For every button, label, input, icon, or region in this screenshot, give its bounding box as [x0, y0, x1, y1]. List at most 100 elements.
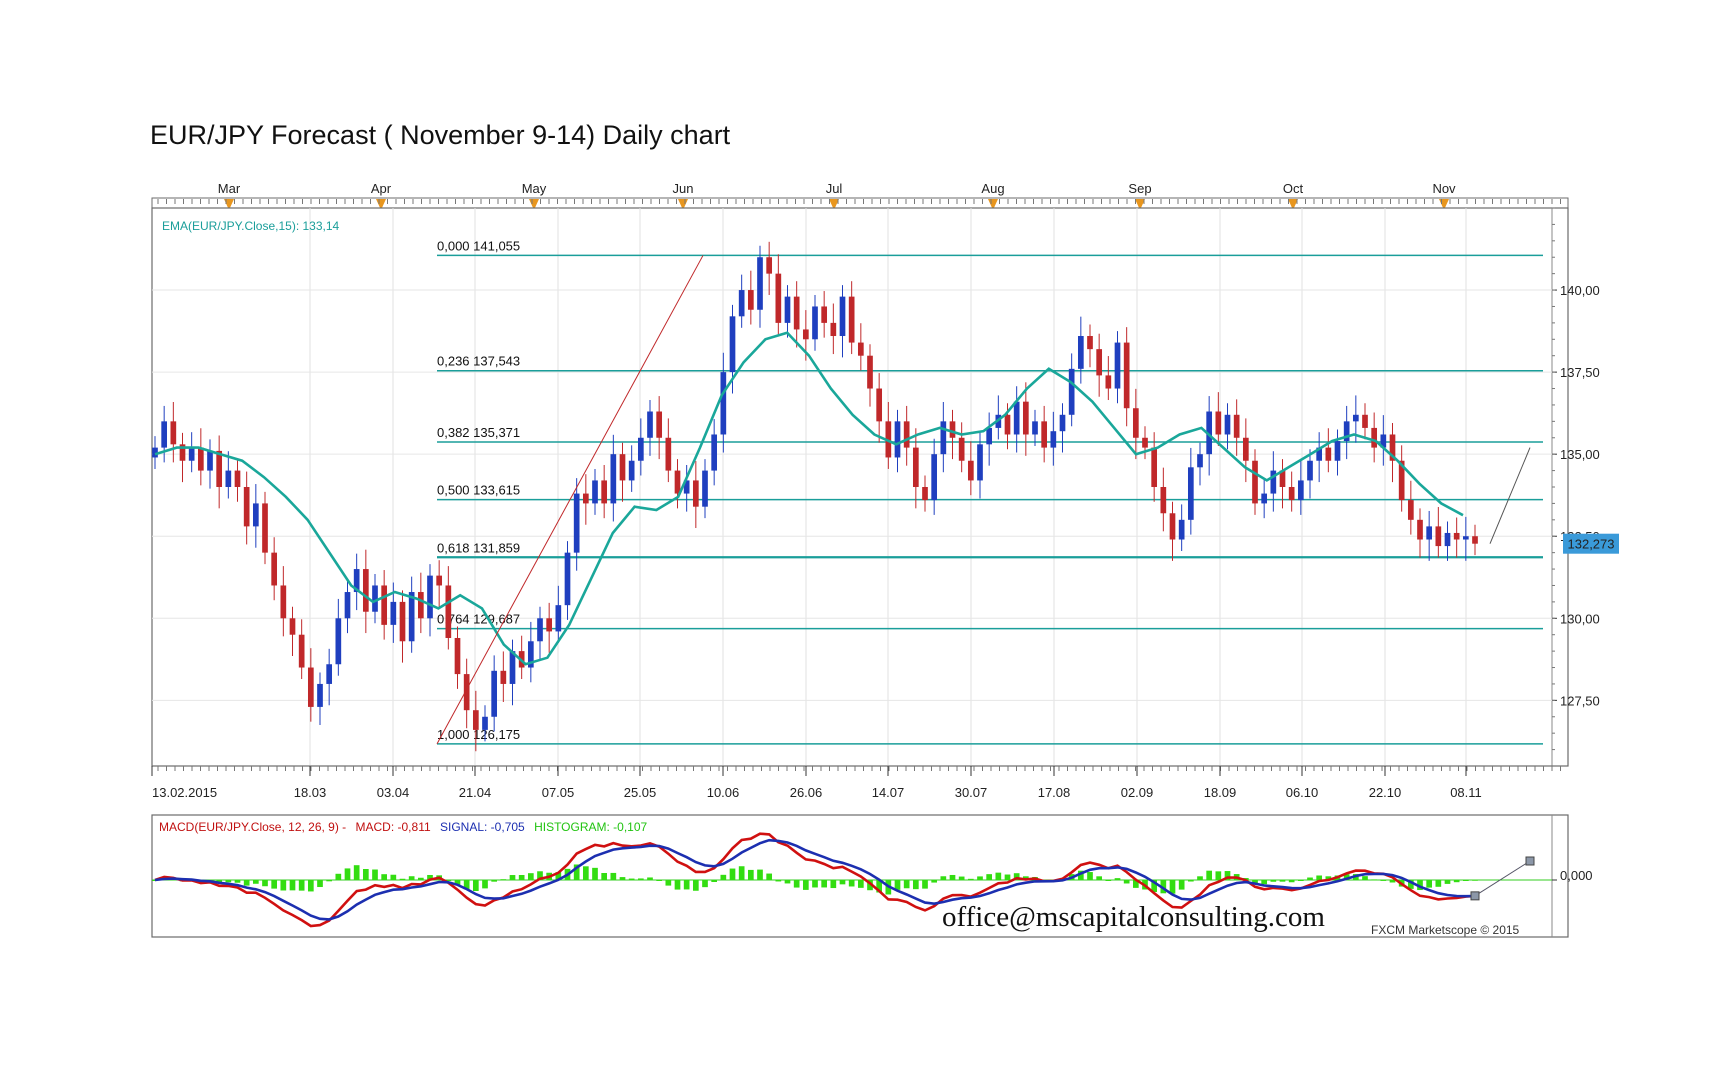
candle-body: [335, 618, 342, 665]
candle-body: [949, 421, 956, 438]
candle-body: [472, 710, 479, 730]
watermark-email: office@mscapitalconsulting.com: [942, 901, 1325, 933]
candle-body: [922, 487, 928, 501]
candle-body: [592, 480, 598, 504]
date-tick-label: 08.11: [1450, 785, 1482, 800]
histogram-bar: [1288, 880, 1295, 883]
histogram-bar: [757, 869, 763, 880]
current-price-label: 132,273: [1568, 537, 1615, 552]
histogram-bar: [1087, 872, 1093, 880]
date-tick-label: 25.05: [624, 785, 657, 800]
histogram-bar: [243, 880, 250, 886]
date-tick-label: 22.10: [1369, 785, 1402, 800]
candle-body: [702, 470, 708, 507]
histogram-bar: [344, 868, 351, 880]
histogram-bar: [1215, 871, 1222, 880]
candle-body: [1105, 375, 1112, 389]
histogram-bar: [362, 869, 369, 880]
date-tick-label: 17.08: [1038, 785, 1071, 800]
histogram-bar: [674, 880, 681, 890]
histogram-bar: [747, 869, 754, 880]
candle-body: [1288, 487, 1295, 501]
candle-body: [582, 493, 589, 504]
candle-body: [436, 575, 443, 586]
histogram-bar: [903, 880, 910, 889]
candle-body: [692, 480, 699, 507]
candle-body: [711, 434, 718, 471]
candle-body: [1022, 401, 1029, 435]
candle-body: [812, 306, 818, 340]
histogram-bar: [958, 876, 965, 880]
candle-body: [1215, 411, 1222, 435]
candle-body: [1032, 421, 1038, 435]
ema-legend: EMA(EUR/JPY.Close,15): 133,14: [162, 219, 340, 233]
candle-body: [454, 637, 461, 675]
date-tick-label: 02.09: [1121, 785, 1154, 800]
histogram-bar: [372, 869, 378, 880]
histogram-bar: [1380, 879, 1387, 881]
histogram-bar: [1462, 880, 1469, 881]
histogram-bar: [940, 876, 947, 880]
candle-body: [986, 427, 993, 445]
month-label: Apr: [371, 181, 392, 196]
histogram-bar: [738, 866, 745, 880]
histogram-bar: [1270, 880, 1277, 882]
histogram-bar: [271, 880, 278, 889]
date-tick-label: 18.03: [294, 785, 327, 800]
candle-body: [793, 296, 800, 330]
date-tick-label: 13.02.2015: [152, 785, 217, 800]
price-tick-label: 130,00: [1560, 611, 1600, 626]
candle-body: [298, 634, 305, 668]
histogram-bar: [637, 878, 644, 880]
histogram-bar: [1426, 880, 1433, 888]
date-tick-label: 21.04: [459, 785, 492, 800]
candle-body: [637, 437, 644, 461]
candle-body: [720, 372, 727, 435]
candle-body: [573, 493, 580, 553]
histogram-bar: [1105, 880, 1112, 881]
histogram-bar: [289, 880, 296, 891]
histogram-bar: [1472, 879, 1478, 881]
candle-body: [1325, 447, 1332, 461]
candle-body: [362, 569, 369, 612]
histogram-bar: [683, 880, 690, 890]
candle-body: [317, 683, 323, 707]
price-panel[interactable]: [151, 207, 1569, 767]
candle-body: [821, 306, 828, 323]
candle-body: [766, 257, 773, 274]
date-tick-label: 26.06: [790, 785, 823, 800]
chart-canvas: Mar Apr May Jun Jul Aug Sep Oct Nov 0,000 141,05…: [151, 181, 1619, 938]
histogram-bar: [335, 873, 342, 880]
candle-body: [216, 450, 223, 487]
histogram-bar: [1206, 870, 1213, 880]
candle-body: [784, 296, 791, 323]
candle-body: [1407, 500, 1414, 520]
histogram-bar: [647, 877, 653, 880]
histogram-bar: [417, 877, 424, 880]
candle-body: [482, 716, 488, 730]
candle-body: [1224, 414, 1231, 435]
candle-body: [390, 601, 397, 625]
histogram-bar: [1389, 880, 1396, 883]
histogram-bar: [1453, 880, 1460, 883]
histogram-bar: [472, 880, 479, 892]
current-price-marker: 132,273: [1563, 533, 1619, 554]
candle-body: [399, 601, 406, 642]
candle-body: [1352, 414, 1359, 422]
candle-body: [729, 316, 736, 373]
histogram-bar: [592, 867, 598, 880]
candle-body: [931, 454, 938, 501]
histogram-bar: [702, 880, 708, 888]
candle-body: [1252, 460, 1258, 504]
histogram-bar: [711, 880, 718, 883]
histogram-bar: [821, 880, 828, 888]
candle-body: [344, 592, 351, 619]
candle-body: [1435, 526, 1442, 547]
date-tick-label: 18.09: [1204, 785, 1237, 800]
candle-body: [1087, 336, 1093, 350]
candle-body: [1297, 480, 1304, 501]
histogram-bar: [1261, 880, 1268, 885]
candle-body: [665, 437, 672, 471]
candle-body: [280, 585, 287, 619]
candle-body: [289, 618, 296, 635]
